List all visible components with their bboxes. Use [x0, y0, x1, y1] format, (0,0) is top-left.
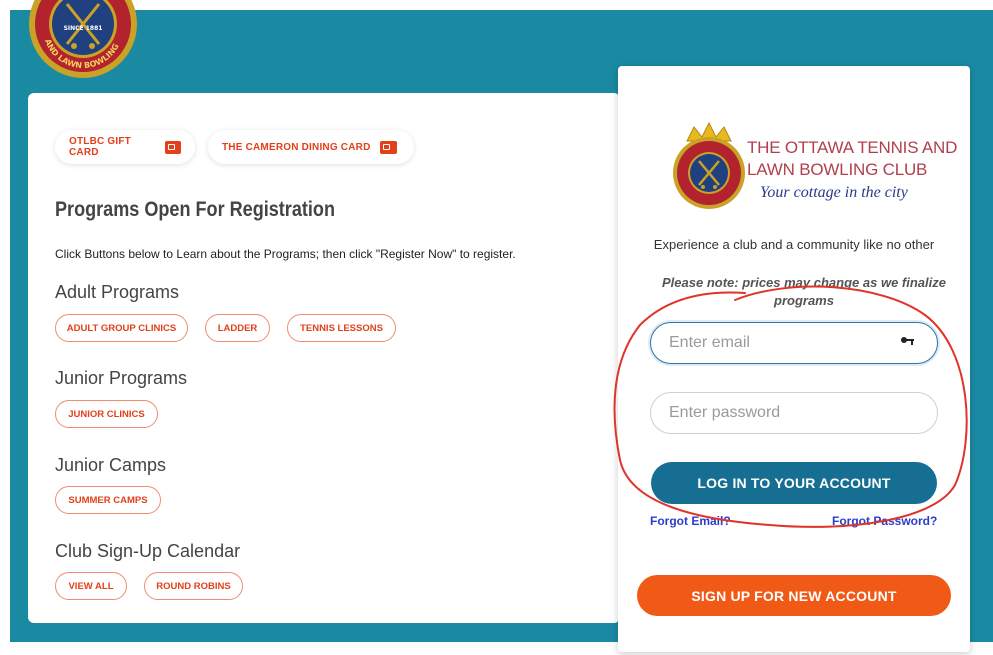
view-all-button[interactable]: VIEW ALL [55, 572, 127, 600]
programs-heading: Programs Open For Registration [55, 198, 335, 221]
signup-button[interactable]: SIGN UP FOR NEW ACCOUNT [637, 575, 951, 616]
logo-since-text: SINCE 1881 [64, 25, 103, 32]
login-club-crest [672, 121, 746, 216]
password-input[interactable] [650, 392, 938, 434]
dining-card-button[interactable]: THE CAMERON DINING CARD [208, 130, 414, 164]
gift-card-icon [165, 140, 181, 154]
email-input[interactable] [650, 322, 938, 364]
club-name-line2: LAWN BOWLING CLUB [747, 160, 928, 179]
forgot-password-link[interactable]: Forgot Password? [832, 514, 937, 528]
summer-camps-button[interactable]: SUMMER CAMPS [55, 486, 161, 514]
gift-card-label: OTLBC GIFT CARD [69, 136, 131, 158]
dining-card-icon [379, 140, 397, 154]
gift-card-button[interactable]: OTLBC GIFT CARD [55, 130, 195, 164]
programs-instructions: Click Buttons below to Learn about the P… [55, 247, 516, 261]
password-manager-key-icon[interactable] [900, 335, 916, 349]
ladder-button[interactable]: LADDER [205, 314, 270, 342]
club-tagline: Your cottage in the city [760, 184, 908, 201]
experience-text: Experience a club and a community like n… [653, 237, 935, 252]
club-logo[interactable]: SINCE 1881 AND LAWN BOWLING [27, 0, 139, 80]
dining-card-label: THE CAMERON DINING CARD [222, 141, 371, 153]
section-title-adult-programs: Adult Programs [55, 282, 180, 302]
section-title-junior-camps: Junior Camps [55, 455, 167, 475]
club-name-line1: THE OTTAWA TENNIS AND [747, 138, 958, 157]
forgot-email-link[interactable]: Forgot Email? [650, 514, 731, 528]
section-title-junior-programs: Junior Programs [55, 368, 188, 388]
login-button[interactable]: LOG IN TO YOUR ACCOUNT [651, 462, 937, 504]
junior-clinics-button[interactable]: JUNIOR CLINICS [55, 400, 158, 428]
price-note: Please note: prices may change as we fin… [662, 275, 946, 308]
section-title-club-calendar: Club Sign-Up Calendar [55, 541, 241, 561]
tennis-lessons-button[interactable]: TENNIS LESSONS [287, 314, 396, 342]
adult-group-clinics-button[interactable]: ADULT GROUP CLINICS [55, 314, 188, 342]
round-robins-button[interactable]: ROUND ROBINS [144, 572, 243, 600]
